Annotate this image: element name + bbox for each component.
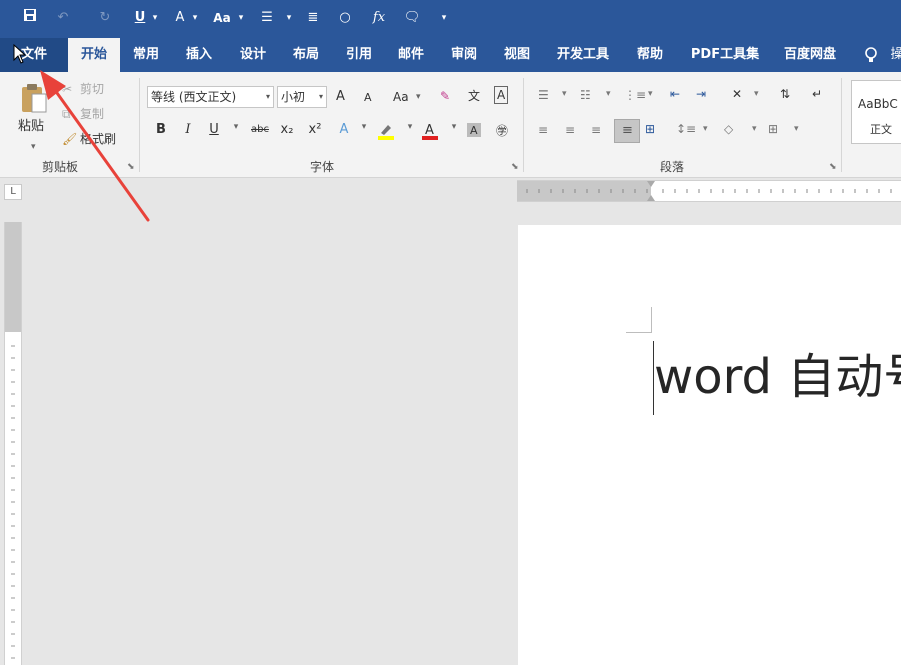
dialog-launcher-icon[interactable]: ⬊ xyxy=(829,162,837,172)
borders-icon[interactable]: ⊞ xyxy=(768,122,778,136)
chevron-down-icon[interactable]: ▾ xyxy=(703,124,708,134)
group-divider xyxy=(523,78,524,172)
font-group-label: 字体 xyxy=(309,160,334,174)
chevron-down-icon[interactable]: ▾ xyxy=(562,89,567,99)
grow-font-button[interactable]: A xyxy=(336,88,345,106)
paragraph-group-label: 段落 xyxy=(659,160,684,174)
justify-button[interactable]: ≡ xyxy=(614,119,640,143)
group-divider xyxy=(841,78,842,172)
tab-review[interactable]: 审阅 xyxy=(439,38,489,72)
chevron-down-icon[interactable]: ▾ xyxy=(648,89,653,99)
tab-references[interactable]: 引用 xyxy=(334,38,384,72)
char-border-icon[interactable]: A xyxy=(494,86,509,104)
distributed-icon[interactable]: ⊞ xyxy=(645,122,655,136)
sort-icon[interactable]: ⇅ xyxy=(780,87,790,101)
chevron-down-icon[interactable]: ▾ xyxy=(190,8,200,28)
circle-icon[interactable]: ○ xyxy=(336,8,354,28)
increase-indent-icon[interactable]: ⇥ xyxy=(696,87,706,101)
phonetic-guide-icon[interactable]: 文 xyxy=(468,87,480,105)
ruler-ticks xyxy=(11,345,15,659)
tab-developer[interactable]: 开发工具 xyxy=(546,38,620,72)
tab-tell-me[interactable]: 操 xyxy=(884,38,901,72)
style-gallery-item[interactable]: AaBbC 正文 xyxy=(851,80,901,144)
align-right-icon[interactable]: ≡ xyxy=(591,123,601,137)
chevron-down-icon[interactable]: ▾ xyxy=(402,122,418,132)
horizontal-ruler[interactable] xyxy=(517,180,901,202)
mouse-pointer-icon xyxy=(13,44,27,64)
comment-icon[interactable]: 🗨 xyxy=(402,8,422,28)
chevron-down-icon[interactable]: ▾ xyxy=(228,122,244,132)
numbering-icon[interactable]: ☷ xyxy=(580,88,591,102)
highlight-icon[interactable] xyxy=(378,122,394,144)
chevron-down-icon: ▾ xyxy=(318,92,323,101)
italic-button[interactable]: I xyxy=(180,122,196,137)
font-size-value: 小初 xyxy=(281,90,306,104)
chevron-down-icon: ▾ xyxy=(265,92,270,101)
tab-layout[interactable]: 布局 xyxy=(281,38,331,72)
tab-baidu-netdisk[interactable]: 百度网盘 xyxy=(774,38,846,72)
annotation-arrow xyxy=(40,70,150,222)
chevron-down-icon[interactable]: ▾ xyxy=(754,89,759,99)
chevron-down-icon[interactable]: ▾ xyxy=(794,124,799,134)
chevron-down-icon[interactable]: ▾ xyxy=(446,122,462,132)
text-effects-icon[interactable]: A xyxy=(336,122,352,137)
tab-design[interactable]: 设计 xyxy=(228,38,278,72)
chevron-down-icon[interactable]: ▾ xyxy=(606,89,611,99)
lightbulb-icon[interactable] xyxy=(860,38,882,72)
tab-mailings[interactable]: 邮件 xyxy=(386,38,436,72)
decrease-indent-icon[interactable]: ⇤ xyxy=(670,87,680,101)
show-marks-icon[interactable]: ↵ xyxy=(812,87,822,101)
underline-button[interactable]: U xyxy=(206,122,222,137)
word-window: ↶ ↻ U ▾ A ▾ Aa ▾ ☰ ▾ ≣ ○ fx 🗨 ▾ 文件 开始 常用… xyxy=(0,0,901,665)
tab-pdf-tools[interactable]: PDF工具集 xyxy=(680,38,770,72)
tab-insert[interactable]: 插入 xyxy=(174,38,224,72)
subscript-button[interactable]: x₂ xyxy=(278,122,296,137)
shrink-font-button[interactable]: A xyxy=(364,89,372,107)
bullets-icon[interactable]: ☰ xyxy=(538,88,549,102)
tab-help[interactable]: 帮助 xyxy=(626,38,674,72)
formula-button[interactable]: fx xyxy=(370,8,388,28)
font-case-button[interactable]: Aa xyxy=(210,8,234,28)
chevron-down-icon[interactable]: ▾ xyxy=(416,88,421,106)
vertical-ruler[interactable] xyxy=(4,222,22,665)
svg-text:A: A xyxy=(470,124,478,137)
chevron-down-icon[interactable]: ▾ xyxy=(236,8,246,28)
document-page[interactable]: word 自动号 xyxy=(518,225,901,665)
strikethrough-button[interactable]: abc xyxy=(248,124,272,135)
font-color-icon[interactable]: A xyxy=(422,122,438,144)
font-name-select[interactable]: 等线 (西文正文) ▾ xyxy=(147,86,274,108)
multilevel-list-icon[interactable]: ⋮≡ xyxy=(624,88,646,102)
superscript-button[interactable]: x² xyxy=(306,122,324,137)
text-effects-button[interactable]: A xyxy=(172,8,188,28)
tab-view[interactable]: 视图 xyxy=(492,38,542,72)
font-name-value: 等线 (西文正文) xyxy=(151,90,237,104)
change-case-button[interactable]: Aa xyxy=(393,88,409,106)
chevron-down-icon[interactable]: ▾ xyxy=(752,124,757,134)
align-center-icon[interactable]: ≡ xyxy=(565,123,575,137)
shading-icon[interactable]: ◇ xyxy=(724,122,733,136)
ruler-ticks xyxy=(526,181,892,201)
margin-crop-mark xyxy=(626,307,652,333)
align-icon[interactable]: ≣ xyxy=(304,8,322,28)
enclose-char-icon[interactable]: ㊫ xyxy=(494,122,510,139)
char-shading-icon[interactable]: A xyxy=(466,122,482,142)
style-preview: AaBbC xyxy=(858,97,898,111)
justify-icon: ≡ xyxy=(622,123,633,138)
line-spacing-icon[interactable]: ↕≡ xyxy=(676,122,696,136)
chevron-down-icon[interactable]: ▾ xyxy=(356,122,372,132)
style-normal-label: 正文 xyxy=(870,123,892,136)
customize-toolbar-icon[interactable]: ▾ xyxy=(438,8,450,28)
font-size-select[interactable]: 小初 ▾ xyxy=(277,86,327,108)
align-left-icon[interactable]: ≡ xyxy=(538,123,548,137)
chevron-down-icon[interactable]: ▾ xyxy=(284,8,294,28)
chinese-layout-icon[interactable]: ✕ xyxy=(732,87,742,101)
dialog-launcher-icon[interactable]: ⬊ xyxy=(511,162,519,172)
clear-format-icon[interactable]: ✎ xyxy=(440,87,450,105)
list-icon[interactable]: ☰ xyxy=(258,8,276,28)
document-text[interactable]: word 自动号 xyxy=(654,347,901,407)
svg-text:A: A xyxy=(425,123,434,138)
